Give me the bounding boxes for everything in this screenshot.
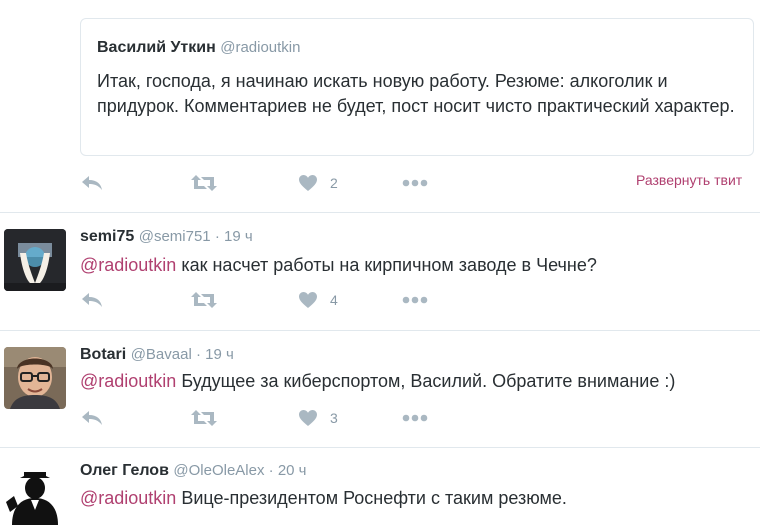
retweet-button[interactable]: [190, 409, 218, 427]
heart-icon: [299, 292, 317, 308]
more-button[interactable]: [402, 179, 428, 187]
author-handle[interactable]: @semi751: [139, 228, 211, 245]
avatar[interactable]: [4, 229, 66, 291]
author-handle[interactable]: @Bavaal: [131, 346, 192, 363]
retweet-button[interactable]: [190, 291, 218, 309]
tweet-text: @radioutkin Будущее за киберспортом, Вас…: [80, 371, 675, 392]
tweet-body: Вице-президентом Роснефти с таким резюме…: [176, 488, 567, 508]
more-dots-icon: [402, 414, 428, 422]
tweet-body: Будущее за киберспортом, Василий. Обрати…: [176, 371, 676, 391]
tweet-actions: 3: [80, 409, 760, 429]
expand-tweet-link[interactable]: Развернуть твит: [636, 172, 742, 188]
tweet-text: @radioutkin Вице-президентом Роснефти с …: [80, 488, 567, 509]
more-dots-icon: [402, 296, 428, 304]
silhouette-avatar-icon: [4, 462, 66, 525]
author-handle[interactable]: @radioutkin: [220, 39, 300, 56]
reply-tweet[interactable]: Botari @Bavaal · 19 ч @radioutkin Будуще…: [0, 331, 760, 447]
like-count: 4: [330, 292, 338, 308]
quoted-tweet-card[interactable]: Василий Уткин @radioutkin Итак, господа,…: [80, 18, 754, 156]
reply-button[interactable]: [80, 291, 104, 309]
retweet-icon: [191, 410, 217, 426]
like-count: 2: [330, 175, 338, 191]
reply-tweet[interactable]: semi75 @semi751 · 19 ч @radioutkin как н…: [0, 213, 760, 330]
tweet-header: Олег Гелов @OleOleAlex · 20 ч: [80, 462, 306, 480]
tweet-header: Botari @Bavaal · 19 ч: [80, 346, 234, 364]
reply-tweet[interactable]: Олег Гелов @OleOleAlex · 20 ч @radioutki…: [0, 448, 760, 525]
reply-button[interactable]: [80, 409, 104, 427]
author-fullname[interactable]: Василий Уткин: [97, 39, 216, 56]
separator: ·: [210, 228, 224, 245]
author-fullname[interactable]: semi75: [80, 228, 134, 245]
author-fullname[interactable]: Botari: [80, 346, 126, 363]
mention-link[interactable]: @radioutkin: [80, 488, 176, 508]
tweet-timestamp[interactable]: 20 ч: [278, 462, 307, 479]
more-button[interactable]: [402, 296, 428, 304]
retweet-button[interactable]: [190, 174, 218, 192]
quoted-tweet-header: Василий Уткин @radioutkin: [97, 39, 301, 57]
mention-link[interactable]: @radioutkin: [80, 255, 176, 275]
heart-icon: [299, 410, 317, 426]
heart-icon: [299, 175, 317, 191]
separator: ·: [264, 462, 278, 479]
like-button[interactable]: 3: [298, 409, 338, 427]
tweet-timestamp[interactable]: 19 ч: [224, 228, 253, 245]
reply-icon: [82, 411, 102, 425]
separator: ·: [191, 346, 206, 363]
like-button[interactable]: 2: [298, 174, 338, 192]
retweet-icon: [191, 175, 217, 191]
like-button[interactable]: 4: [298, 291, 338, 309]
reply-icon: [82, 293, 102, 307]
reply-icon: [82, 176, 102, 190]
avatar[interactable]: [4, 462, 66, 525]
quoted-tweet-text: Итак, господа, я начинаю искать новую ра…: [97, 71, 735, 116]
man-glasses-avatar-icon: [4, 347, 66, 409]
retweet-icon: [191, 292, 217, 308]
photo-avatar-icon: [4, 229, 66, 291]
author-handle[interactable]: @OleOleAlex: [173, 462, 264, 479]
tweet-timestamp[interactable]: 19 ч: [205, 346, 234, 363]
tweet-body: как насчет работы на кирпичном заводе в …: [176, 255, 597, 275]
like-count: 3: [330, 410, 338, 426]
tweet-text: @radioutkin как насчет работы на кирпичн…: [80, 255, 597, 276]
tweet-actions: 4: [80, 291, 760, 311]
mention-link[interactable]: @radioutkin: [80, 371, 176, 391]
author-fullname[interactable]: Олег Гелов: [80, 462, 169, 479]
more-dots-icon: [402, 179, 428, 187]
tweet-header: semi75 @semi751 · 19 ч: [80, 228, 253, 246]
more-button[interactable]: [402, 414, 428, 422]
avatar[interactable]: [4, 347, 66, 409]
reply-button[interactable]: [80, 174, 104, 192]
